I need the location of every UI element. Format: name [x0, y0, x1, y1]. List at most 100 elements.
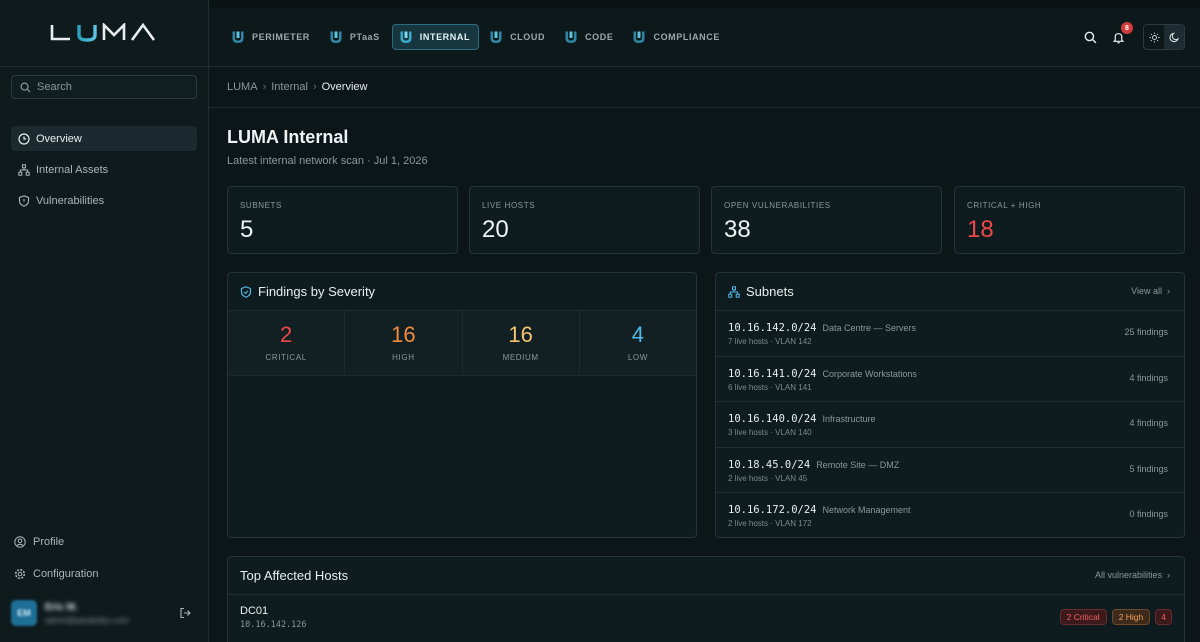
dark-mode-button[interactable]	[1164, 25, 1184, 49]
high-badge: 2 High	[1111, 609, 1151, 625]
window-edge	[209, 0, 1200, 8]
tab-internal[interactable]: INTERNAL	[391, 24, 480, 50]
logo[interactable]	[0, 0, 208, 67]
severity-medium[interactable]: 16 MEDIUM	[463, 311, 580, 375]
theme-toggle[interactable]	[1143, 24, 1185, 50]
subnet-findings: 4 findings	[1129, 418, 1168, 428]
search-icon	[20, 82, 31, 93]
severity-low[interactable]: 4 LOW	[580, 311, 696, 375]
user-name: Eric M.	[45, 601, 78, 613]
tab-label: CODE	[585, 32, 614, 42]
subnet-row[interactable]: 10.16.172.0/24 Network Management 2 live …	[716, 493, 1184, 537]
subnet-description: Remote Site — DMZ	[816, 459, 900, 470]
search-field[interactable]	[11, 75, 197, 99]
subnet-row[interactable]: 10.18.45.0/24 Remote Site — DMZ 2 live ho…	[716, 448, 1184, 493]
clock-icon	[18, 132, 30, 145]
sidebar-item-internal-assets[interactable]: Internal Assets	[11, 157, 197, 182]
severity-label: CRITICAL	[265, 353, 307, 362]
chevron-right-icon: ›	[312, 81, 317, 93]
sidebar-item-label: Vulnerabilities	[36, 194, 105, 207]
sidebar: Overview Internal Assets Vulnerabilities…	[0, 0, 209, 642]
subnet-cidr: 10.16.140.0/24	[728, 413, 817, 425]
moon-icon	[1168, 32, 1179, 42]
network-icon	[728, 285, 740, 298]
luma-shield-icon	[564, 30, 578, 44]
subnet-row[interactable]: 10.16.140.0/24 Infrastructure 3 live host…	[716, 402, 1184, 448]
stat-label: SUBNETS	[240, 201, 282, 210]
subnet-meta: 6 live hosts · VLAN 141	[728, 382, 812, 392]
chevron-right-icon: ›	[1167, 286, 1170, 296]
search-input[interactable]	[37, 81, 187, 93]
host-ip: 10.16.142.126	[240, 620, 307, 630]
severity-label: LOW	[627, 353, 648, 362]
subnet-meta: 7 live hosts · VLAN 142	[728, 337, 812, 346]
luma-shield-icon	[231, 30, 245, 44]
severity-label: HIGH	[392, 353, 415, 362]
shield-icon	[18, 194, 30, 207]
severity-critical[interactable]: 2 CRITICAL	[228, 311, 346, 375]
luma-logo-icon	[50, 23, 156, 42]
top-affected-hosts-panel: Top Affected Hosts All vulnerabilities › …	[227, 556, 1185, 642]
subnet-cidr: 10.16.142.0/24	[728, 322, 817, 334]
subnet-row[interactable]: 10.16.141.0/24 Corporate Workstations 6 l…	[716, 357, 1184, 402]
subnet-description: Infrastructure	[822, 414, 876, 424]
sidebar-item-label: Internal Assets	[36, 163, 109, 176]
user-profile[interactable]: EM Eric M. admin@parabellyx.com	[11, 598, 197, 628]
breadcrumb-section[interactable]: Internal	[271, 81, 308, 93]
search-button[interactable]	[1079, 26, 1101, 48]
stat-card-open-vulnerabilities: OPEN VULNERABILITIES 38	[711, 186, 942, 254]
logout-icon[interactable]	[179, 607, 191, 619]
tab-code[interactable]: CODE	[557, 24, 622, 50]
subnet-row[interactable]: 10.16.142.0/24 Data Centre — Servers 7 li…	[716, 311, 1184, 357]
notifications-button[interactable]: 8	[1107, 22, 1133, 48]
tab-cloud[interactable]: CLOUD	[482, 24, 554, 50]
severity-high[interactable]: 16 HIGH	[345, 311, 463, 375]
host-row[interactable]: DC01 10.16.142.126 2 Critical 2 High 4	[228, 595, 1184, 639]
total-badge: 4	[1155, 609, 1172, 625]
findings-by-severity-panel: Findings by Severity 2 CRITICAL 16 HIGH …	[227, 272, 697, 538]
view-all-link[interactable]: View all ›	[1131, 286, 1170, 296]
subnet-list: 10.16.142.0/24 Data Centre — Servers 7 li…	[716, 311, 1184, 537]
severity-grid: 2 CRITICAL 16 HIGH 16 MEDIUM 4 LOW	[228, 311, 696, 376]
stat-label: OPEN VULNERABILITIES	[724, 201, 831, 210]
stat-label: LIVE HOSTS	[482, 201, 536, 210]
stat-value: 18	[967, 216, 994, 243]
severity-count: 2	[280, 322, 293, 347]
tab-compliance[interactable]: COMPLIANCE	[625, 24, 729, 50]
panel-header: Top Affected Hosts All vulnerabilities ›	[228, 557, 1184, 595]
sidebar-item-label: Configuration	[33, 568, 99, 580]
shield-icon	[240, 285, 252, 298]
subnets-panel: Subnets View all › 10.16.142.0/24 Data Cen…	[715, 272, 1185, 538]
sidebar-item-profile[interactable]: Profile	[11, 530, 197, 554]
breadcrumb-root[interactable]: LUMA	[227, 81, 258, 93]
sun-icon	[1148, 31, 1160, 43]
chevron-right-icon: ›	[262, 81, 267, 93]
critical-badge: 2 Critical	[1059, 609, 1107, 625]
subnet-findings: 5 findings	[1129, 463, 1168, 474]
tab-label: INTERNAL	[419, 32, 471, 42]
subnet-meta: 2 live hosts · VLAN 172	[728, 519, 812, 528]
light-mode-button[interactable]	[1144, 25, 1164, 49]
panel-title: Subnets	[746, 284, 794, 299]
subnet-description: Network Management	[822, 505, 911, 515]
host-name: DC01	[240, 605, 269, 617]
sidebar-item-vulnerabilities[interactable]: Vulnerabilities	[11, 188, 197, 213]
tab-label: PTaaS	[349, 32, 380, 42]
severity-count: 4	[631, 322, 644, 347]
subnet-findings: 25 findings	[1124, 327, 1168, 337]
sidebar-item-label: Profile	[33, 536, 65, 548]
user-icon	[14, 536, 26, 548]
luma-shield-icon	[329, 30, 343, 44]
luma-shield-icon	[632, 30, 646, 44]
subnet-description: Data Centre — Servers	[822, 323, 917, 333]
all-vulnerabilities-link[interactable]: All vulnerabilities ›	[1095, 570, 1170, 580]
sidebar-item-configuration[interactable]: Configuration	[11, 562, 197, 586]
link-label: View all	[1131, 286, 1162, 296]
stat-label: CRITICAL + HIGH	[967, 201, 1042, 210]
sidebar-item-overview[interactable]: Overview	[11, 126, 197, 151]
luma-shield-icon	[489, 30, 503, 44]
stat-value: 5	[240, 216, 254, 243]
subnet-cidr: 10.16.172.0/24	[728, 504, 817, 516]
tab-ptaas[interactable]: PTaaS	[322, 24, 389, 50]
tab-perimeter[interactable]: PERIMETER	[224, 24, 319, 50]
